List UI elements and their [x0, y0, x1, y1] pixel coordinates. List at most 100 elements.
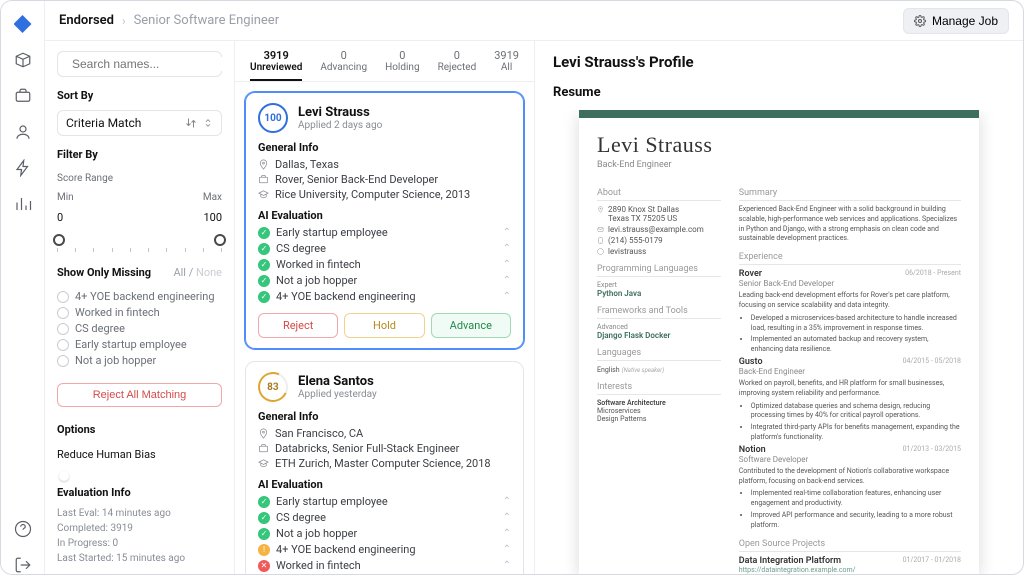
resume-job: Notion01/2013 - 03/2015Software Develope…: [739, 445, 961, 531]
sort-icon: [185, 117, 197, 129]
status-icon: ✓: [258, 227, 270, 239]
min-value: 0: [57, 211, 63, 224]
eval-criterion[interactable]: !4+ YOE backend engineering⌃: [258, 543, 511, 556]
logo-icon: [14, 15, 32, 33]
options-label: Options: [57, 423, 222, 436]
eval-criterion[interactable]: ✓Not a job hopper⌃: [258, 527, 511, 540]
eval-criterion[interactable]: ✓Early startup employee⌃: [258, 495, 511, 508]
status-icon: ✓: [258, 291, 270, 303]
chevron-icon: ⌃: [503, 512, 511, 523]
tab-advancing[interactable]: 0Advancing: [320, 49, 367, 81]
show-only-missing-label: Show Only Missing: [57, 266, 151, 279]
max-label: Max: [203, 192, 222, 203]
eval-criterion[interactable]: ✓Not a job hopper⌃: [258, 274, 511, 287]
tab-holding[interactable]: 0Holding: [385, 49, 419, 81]
eval-criterion[interactable]: ✓4+ YOE backend engineering⌃: [258, 290, 511, 303]
checkbox-icon: [57, 307, 69, 319]
eval-criterion[interactable]: ✕Worked in fintech⌃: [258, 559, 511, 572]
search-input[interactable]: [72, 57, 227, 71]
breadcrumb-job[interactable]: Senior Software Engineer: [134, 13, 280, 28]
lightning-icon[interactable]: [14, 159, 32, 177]
min-label: Min: [57, 192, 74, 203]
location-row: Dallas, Texas: [258, 158, 511, 171]
status-icon: ✓: [258, 512, 270, 524]
evaluation-info: Evaluation Info Last Eval: 14 minutes ag…: [57, 485, 222, 566]
reduce-bias-label: Reduce Human Bias: [57, 448, 156, 461]
resume-job: Gusto04/2015 - 05/2018Back-End EngineerW…: [739, 357, 961, 443]
chevron-right-icon: ›: [122, 14, 126, 28]
nav-rail: [1, 1, 45, 574]
status-tabs: 3919Unreviewed 0Advancing 0Holding 0Rejecte…: [235, 41, 534, 82]
filter-by-label: Filter By: [57, 148, 222, 161]
checkbox-icon: [57, 323, 69, 335]
checkbox-icon: [57, 339, 69, 351]
advance-button[interactable]: Advance: [431, 313, 511, 338]
resume-job: Rover06/2018 - PresentSenior Back-End De…: [739, 269, 961, 355]
sort-select[interactable]: Criteria Match: [57, 110, 222, 136]
score-ring: 100: [258, 103, 288, 133]
max-value: 100: [203, 211, 222, 224]
resume-document: Levi Strauss Back-End Engineer About 289…: [579, 110, 979, 574]
tab-all[interactable]: 3919All: [494, 49, 519, 81]
chevron-icon: ⌃: [503, 528, 511, 539]
filters-sidebar: Sort By Criteria Match Filter By Score R…: [45, 41, 235, 574]
applied-time: Applied 2 days ago: [298, 120, 382, 131]
resume-name: Levi Strauss: [597, 132, 961, 158]
candidate-name: Levi Strauss: [298, 105, 382, 120]
candidate-card[interactable]: 83Elena SantosApplied yesterdayGeneral I…: [245, 361, 524, 574]
eval-criterion[interactable]: ✓CS degree⌃: [258, 242, 511, 255]
missing-filter-item[interactable]: CS degree: [57, 322, 222, 335]
checkbox-icon: [57, 355, 69, 367]
score-range-label: Score Range: [57, 173, 222, 184]
resume-section-label: Resume: [553, 85, 1005, 100]
chevron-icon: ⌃: [503, 259, 511, 270]
reject-button[interactable]: Reject: [258, 313, 338, 338]
candidate-name: Elena Santos: [298, 374, 377, 389]
eval-criterion[interactable]: ✓CS degree⌃: [258, 511, 511, 524]
missing-filter-item[interactable]: Worked in fintech: [57, 306, 222, 319]
score-ring: 83: [254, 368, 292, 406]
chevron-icon: ⌃: [503, 544, 511, 555]
gear-icon: [914, 15, 926, 27]
location-row: San Francisco, CA: [258, 427, 511, 440]
status-icon: ✕: [258, 560, 270, 572]
analytics-icon[interactable]: [14, 195, 32, 213]
briefcase-icon[interactable]: [14, 87, 32, 105]
help-icon[interactable]: [14, 520, 32, 538]
missing-filter-item[interactable]: Not a job hopper: [57, 354, 222, 367]
eval-criterion[interactable]: ✓Early startup employee⌃: [258, 226, 511, 239]
box-icon[interactable]: [14, 51, 32, 69]
missing-filter-item[interactable]: Early startup employee: [57, 338, 222, 351]
eval-criterion[interactable]: ✓Worked in fintech⌃: [258, 258, 511, 271]
checkbox-icon: [57, 291, 69, 303]
tab-unreviewed[interactable]: 3919Unreviewed: [250, 49, 302, 81]
chevron-icon: ⌃: [503, 243, 511, 254]
profile-title: Levi Strauss's Profile: [553, 53, 1005, 71]
topbar: Endorsed › Senior Software Engineer Mana…: [45, 1, 1023, 41]
status-icon: ✓: [258, 275, 270, 287]
logout-icon[interactable]: [14, 556, 32, 574]
missing-all[interactable]: All: [173, 266, 186, 279]
manage-job-button[interactable]: Manage Job: [903, 8, 1009, 34]
chevron-updown-icon: [203, 118, 213, 128]
reject-all-button[interactable]: Reject All Matching: [57, 383, 222, 407]
education-row: Rice University, Computer Science, 2013: [258, 188, 511, 201]
hold-button[interactable]: Hold: [344, 313, 424, 338]
missing-filter-item[interactable]: 4+ YOE backend engineering: [57, 290, 222, 303]
candidates-column: 3919Unreviewed 0Advancing 0Holding 0Rejecte…: [235, 41, 535, 574]
current-role-row: Rover, Senior Back-End Developer: [258, 173, 511, 186]
chevron-icon: ⌃: [503, 291, 511, 302]
tab-rejected[interactable]: 0Rejected: [438, 49, 477, 81]
breadcrumb-root[interactable]: Endorsed: [59, 13, 114, 28]
candidate-card[interactable]: 100Levi StraussApplied 2 days agoGeneral…: [245, 92, 524, 349]
person-icon[interactable]: [14, 123, 32, 141]
missing-none[interactable]: None: [196, 266, 222, 279]
status-icon: ✓: [258, 259, 270, 271]
slider-thumb-min[interactable]: [53, 234, 65, 246]
search-input-wrap[interactable]: [57, 51, 222, 77]
status-icon: !: [258, 544, 270, 556]
status-icon: ✓: [258, 243, 270, 255]
slider-thumb-max[interactable]: [214, 234, 226, 246]
profile-panel: Levi Strauss's Profile Resume Levi Strau…: [535, 41, 1023, 574]
chevron-icon: ⌃: [503, 275, 511, 286]
